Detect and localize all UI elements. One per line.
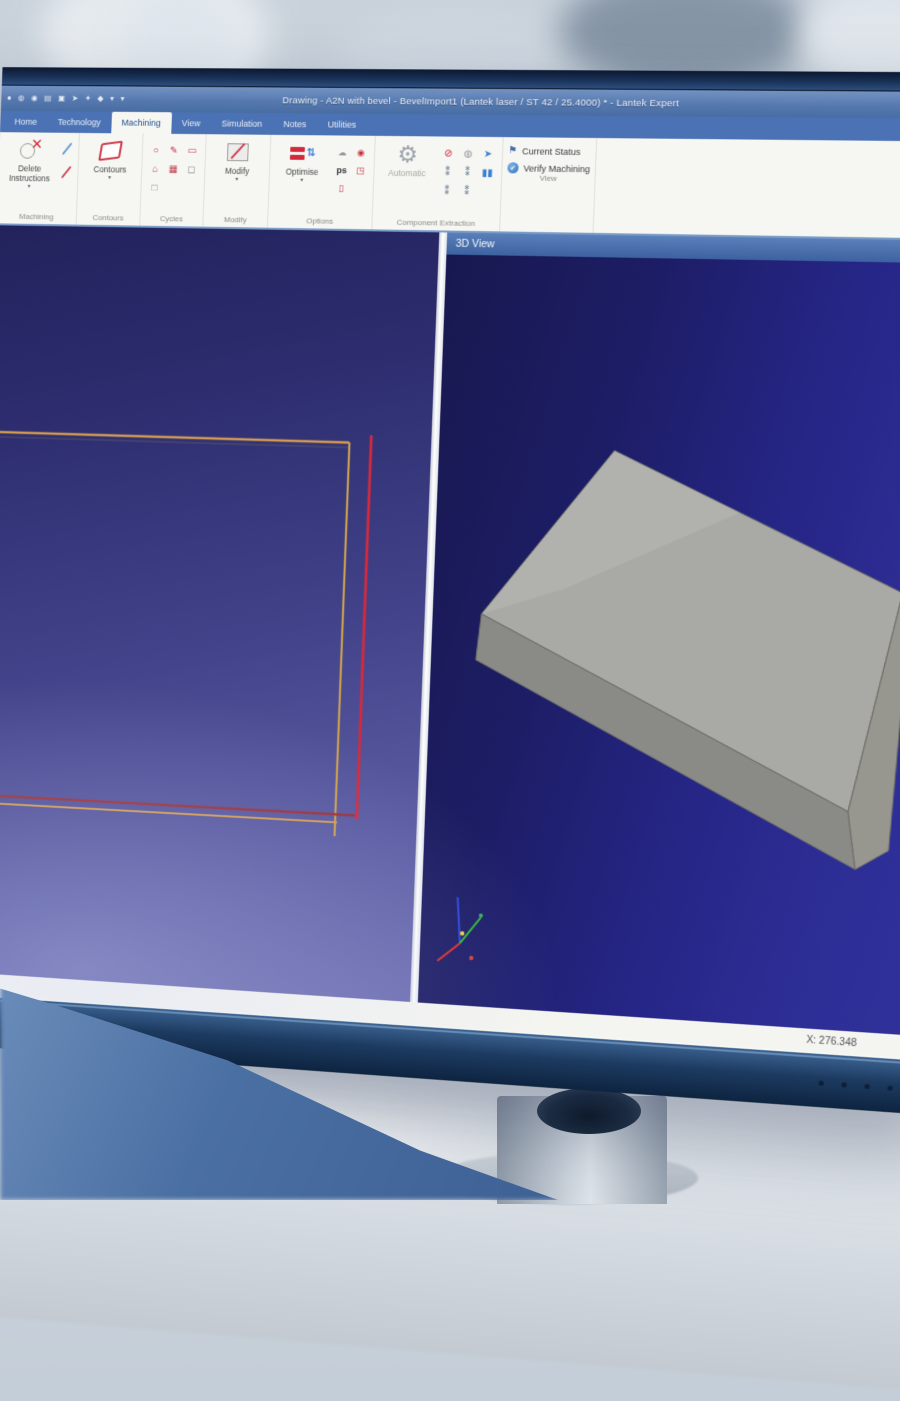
modify-label: Modify [225, 167, 250, 177]
tree-icon[interactable]: ⁑ [458, 165, 477, 182]
chevron-down-icon: ▾ [300, 177, 303, 183]
bezel-button[interactable] [818, 1081, 823, 1086]
monitor: ● ◍ ◉ ▤ ▣ ➤ ✦ ◆ ▾ ▾ Drawing - A2N with b… [0, 67, 900, 1115]
toolpath-right-edge-red [357, 435, 372, 819]
workspace: 3D View [0, 225, 900, 1038]
axis-tip-dot [469, 956, 474, 961]
axis-origin-dot [460, 931, 465, 936]
shape-icon[interactable]: ◳ [352, 162, 369, 178]
screen: ● ◍ ◉ ▤ ▣ ➤ ✦ ◆ ▾ ▾ Drawing - A2N with b… [0, 86, 900, 1063]
group-label-modify: Modify [208, 215, 262, 228]
ps-icon[interactable]: ps [333, 162, 350, 178]
drawing-2d-panel[interactable] [0, 225, 439, 1002]
delete-instructions-icon: ✕ [20, 137, 42, 163]
optimise-button[interactable]: ⇅ Optimise ▾ [274, 140, 330, 184]
ribbon-group-view: ⚑ Current Status ✔ Verify Machining View [500, 137, 597, 233]
ribbon-group-modify: Modify ▾ Modify [203, 134, 271, 227]
stamp-icon[interactable]: ◉ [352, 145, 369, 161]
group-label-options: Options [273, 216, 367, 229]
tree-icon[interactable]: ⁑ [457, 184, 476, 201]
tree-icon[interactable]: ⁑ [438, 183, 457, 200]
axis-x-red [437, 942, 460, 962]
tab-machining[interactable]: Machining [111, 112, 172, 134]
bezel-button[interactable] [887, 1085, 892, 1091]
chevron-down-icon: ▾ [108, 175, 111, 181]
modify-button[interactable]: Modify ▾ [210, 139, 266, 183]
ribbon-group-contours: Contours ▾ Contours [77, 133, 144, 226]
stop-icon[interactable]: ⊘ [439, 145, 458, 162]
hatch-cycle-icon[interactable]: ▦ [165, 161, 182, 178]
cut-line-tool-icon[interactable] [59, 165, 73, 179]
current-status-button[interactable]: ⚑ Current Status [508, 145, 591, 157]
contours-button[interactable]: Contours ▾ [83, 138, 138, 181]
automatic-label: Automatic [388, 169, 426, 179]
rect-cycle-icon[interactable]: ▭ [184, 143, 201, 160]
group-label-machining: Machining [1, 212, 71, 225]
axis-tip-dot [479, 913, 483, 917]
toolpath-bottom-edge-red [0, 795, 355, 816]
gear-icon: ⚙ [397, 143, 418, 166]
current-status-label: Current Status [522, 146, 581, 157]
view-3d-title: 3D View [456, 238, 495, 251]
part-top-edge-orange [0, 432, 349, 443]
drawing-2d-canvas [0, 225, 439, 1002]
ribbon-group-options: ⇅ Optimise ▾ ☁ ◉ ps ◳ ▯ Options [268, 135, 376, 230]
chart-icon[interactable]: ▮▮ [478, 165, 497, 182]
axis-y-green [460, 916, 481, 944]
status-flag-icon: ⚑ [508, 145, 517, 156]
part-right-edge-orange [335, 443, 350, 837]
tab-technology[interactable]: Technology [47, 111, 112, 133]
tree-icon[interactable]: ⁑ [438, 164, 457, 181]
contours-label: Contours [93, 165, 126, 175]
bezel-button[interactable] [841, 1082, 846, 1087]
slab-3d-render [418, 255, 900, 1038]
group-label-cycles: Cycles [145, 214, 198, 227]
optimise-icon: ⇅ [290, 140, 316, 166]
chevron-down-icon: ▾ [235, 177, 238, 183]
cloud-icon[interactable]: ☁ [334, 144, 351, 160]
contours-icon [100, 138, 122, 164]
sphere-icon[interactable]: ◍ [459, 146, 478, 163]
group-label-component-extraction: Component Extraction [377, 217, 494, 231]
group-label-contours: Contours [81, 213, 135, 226]
line-tool-icon[interactable] [60, 142, 74, 156]
delete-instructions-label: Delete Instructions [3, 164, 56, 184]
ribbon-group-component-extraction: ⚙ Automatic ⊘ ◍ ➤ ⁑ ⁑ ▮▮ ⁑ ⁑ Component E… [372, 136, 503, 232]
axis-z-blue [456, 897, 462, 943]
ribbon-group-cycles: ○ ✎ ▭ ⌂ ▦ ◻ □ Cycles [140, 134, 207, 227]
page-icon[interactable]: ▯ [332, 180, 349, 196]
circle-cycle-icon[interactable]: ○ [147, 142, 164, 159]
tab-home[interactable]: Home [4, 111, 48, 133]
delete-instructions-button[interactable]: ✕ Delete Instructions ▾ [3, 137, 57, 190]
tab-utilities[interactable]: Utilities [317, 113, 368, 135]
view-3d-viewport[interactable] [418, 255, 900, 1039]
verify-machining-label: Verify Machining [523, 163, 590, 174]
pen-cycle-icon[interactable]: ✎ [166, 143, 183, 160]
ribbon: ✕ Delete Instructions ▾ Machining [0, 132, 900, 241]
x-coordinate-readout: X: 276.348 [806, 1034, 857, 1049]
shape-cycle-icon[interactable]: ◻ [183, 161, 200, 178]
pentagon-cycle-icon[interactable]: ⌂ [147, 161, 164, 178]
tab-simulation[interactable]: Simulation [211, 113, 274, 135]
verify-check-icon: ✔ [507, 162, 518, 173]
group-label-view: View [507, 173, 590, 186]
tab-view[interactable]: View [171, 112, 211, 134]
bezel-button[interactable] [864, 1084, 869, 1089]
square-cycle-icon[interactable]: □ [146, 180, 163, 197]
tab-notes[interactable]: Notes [272, 113, 317, 135]
chevron-down-icon: ▾ [27, 184, 30, 190]
modify-icon [227, 139, 249, 165]
automatic-button[interactable]: ⚙ Automatic [379, 141, 436, 179]
plane-icon[interactable]: ➤ [479, 146, 498, 163]
stand-cable-notch [537, 1088, 641, 1134]
ribbon-group-machining: ✕ Delete Instructions ▾ Machining [0, 132, 80, 224]
optimise-label: Optimise [286, 168, 319, 178]
view-3d-panel: 3D View [418, 233, 900, 1039]
axis-gizmo [437, 896, 483, 964]
